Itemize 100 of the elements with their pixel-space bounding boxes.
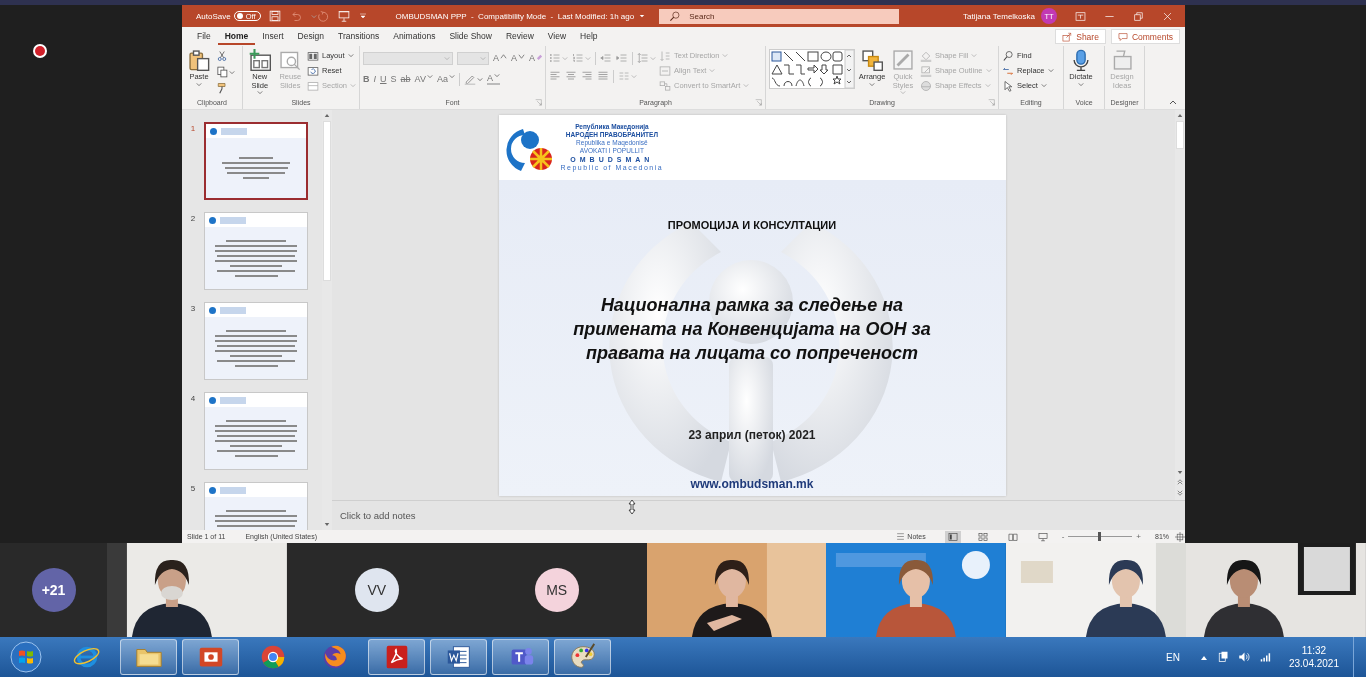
menu-tab[interactable]: View (540, 28, 574, 45)
caret-icon (310, 13, 317, 19)
zoom-slider-thumb[interactable] (1098, 532, 1102, 541)
search-field[interactable]: Search (659, 8, 900, 24)
taskbar-button[interactable] (554, 639, 611, 675)
caret-icon (444, 55, 450, 61)
font-color-button[interactable]: A (486, 73, 500, 85)
website-link[interactable]: www.ombudsman.mk (690, 477, 814, 491)
menu-tab[interactable]: Review (498, 28, 541, 45)
align-right-icon[interactable] (581, 70, 593, 82)
clock-time[interactable]: 11:32 (1301, 644, 1327, 657)
justify-icon[interactable] (597, 70, 609, 82)
cut-icon[interactable] (216, 50, 228, 62)
signal-icon[interactable] (1259, 651, 1272, 663)
align-text-icon (659, 64, 671, 77)
participant-tile[interactable]: +21 (0, 543, 107, 637)
scroll-up-icon[interactable] (1177, 113, 1183, 118)
more-participants-badge[interactable]: +21 (31, 568, 76, 612)
scrollbar-thumb[interactable] (323, 121, 331, 281)
decrease-indent-icon[interactable] (600, 52, 612, 64)
cursor-icon (1002, 79, 1014, 92)
slide-number: 2 (189, 213, 197, 223)
fit-slide-icon[interactable] (1175, 531, 1185, 542)
copy-icon[interactable] (216, 66, 228, 78)
caret-icon (562, 55, 568, 61)
dialog-launcher-icon[interactable] (755, 99, 762, 106)
line-spacing-icon[interactable] (637, 52, 649, 64)
presentation-icon[interactable] (337, 10, 350, 22)
section-icon (306, 79, 319, 92)
collapse-ribbon-icon[interactable] (1169, 99, 1177, 105)
menu-tab[interactable]: Home (217, 28, 256, 45)
highlighter-icon[interactable] (463, 73, 476, 85)
start-button[interactable] (10, 641, 42, 673)
underline-button[interactable]: U (380, 74, 387, 84)
taskbar-button[interactable] (430, 639, 487, 675)
slide-canvas[interactable] (498, 115, 1006, 496)
comments-button[interactable]: Comments (1110, 29, 1180, 44)
scroll-down-icon[interactable] (324, 522, 330, 527)
speaker-icon[interactable] (1237, 651, 1251, 663)
format-painter-icon[interactable] (216, 82, 228, 94)
taskbar-button[interactable] (120, 639, 177, 675)
slide-thumbnail[interactable] (204, 122, 308, 200)
normal-view-icon[interactable] (944, 530, 961, 543)
strikethrough-button[interactable]: ab (400, 74, 411, 84)
previous-slide-icon[interactable] (1177, 478, 1183, 486)
menu-tab[interactable]: Slide Show (442, 28, 499, 45)
taskbar-button[interactable] (182, 639, 239, 675)
participant-tile[interactable]: MS (466, 543, 647, 637)
font-size-field[interactable] (457, 51, 489, 65)
menu-tab[interactable]: Transitions (331, 28, 387, 45)
clipboard-icon (188, 49, 210, 71)
change-case-button[interactable]: Aa (436, 74, 455, 84)
customize-icon[interactable] (358, 12, 367, 20)
close-icon[interactable] (1162, 10, 1173, 22)
menu-tab[interactable]: Animations (386, 28, 443, 45)
scroll-up-icon[interactable] (324, 113, 330, 118)
scroll-down-icon[interactable] (1177, 470, 1183, 475)
shrink-font-button[interactable]: A (511, 53, 526, 63)
taskbar-button[interactable] (492, 639, 549, 675)
zoom-out-button[interactable]: - (1061, 532, 1065, 541)
menu-tab[interactable]: File (190, 28, 218, 45)
dialog-launcher-icon[interactable] (535, 99, 542, 106)
align-center-icon[interactable] (565, 70, 577, 82)
restore-icon[interactable] (1133, 10, 1144, 22)
increase-indent-icon[interactable] (616, 52, 628, 64)
device-icon[interactable] (1216, 651, 1229, 663)
save-icon[interactable] (268, 10, 281, 22)
diagram-icon (659, 79, 671, 92)
zoom-in-button[interactable]: + (1136, 532, 1141, 541)
menu-tab[interactable]: Help (573, 28, 605, 45)
language-indicator[interactable]: EN (1166, 651, 1180, 663)
scrollbar-thumb[interactable] (1176, 121, 1184, 149)
grow-font-button[interactable]: A (493, 53, 507, 63)
dialog-launcher-icon[interactable] (988, 99, 995, 106)
shadow-button[interactable]: S (390, 74, 397, 84)
bullets-icon[interactable] (549, 52, 561, 64)
clear-formatting-button[interactable]: A (529, 53, 544, 63)
font-name-field[interactable] (363, 51, 453, 65)
notes-field[interactable]: Click to add notes (340, 510, 416, 521)
share-button[interactable]: Share (1055, 29, 1106, 44)
menu-tab[interactable]: Insert (255, 28, 291, 45)
italic-button[interactable]: I (373, 74, 376, 84)
taskbar-button[interactable] (368, 639, 425, 675)
next-slide-icon[interactable] (1177, 489, 1183, 497)
participant-tile[interactable]: VV (286, 543, 467, 637)
ribbon-display-icon[interactable] (1075, 10, 1086, 22)
bold-button[interactable]: B (363, 74, 370, 84)
paint-bucket-icon (920, 49, 932, 62)
numbering-icon[interactable] (572, 52, 584, 64)
caret-icon (900, 90, 906, 95)
redo-icon[interactable] (316, 10, 329, 22)
notes-icon (896, 532, 906, 541)
clock-date[interactable]: 23.04.2021 (1288, 657, 1339, 670)
show-hidden-icons[interactable] (1199, 654, 1208, 660)
shapes-gallery[interactable] (769, 49, 855, 89)
menu-tab[interactable]: Design (290, 28, 332, 45)
reuse-icon (279, 49, 302, 71)
align-left-icon[interactable] (549, 70, 561, 82)
caret-icon (493, 73, 500, 78)
character-spacing-button[interactable]: AV (414, 74, 433, 84)
